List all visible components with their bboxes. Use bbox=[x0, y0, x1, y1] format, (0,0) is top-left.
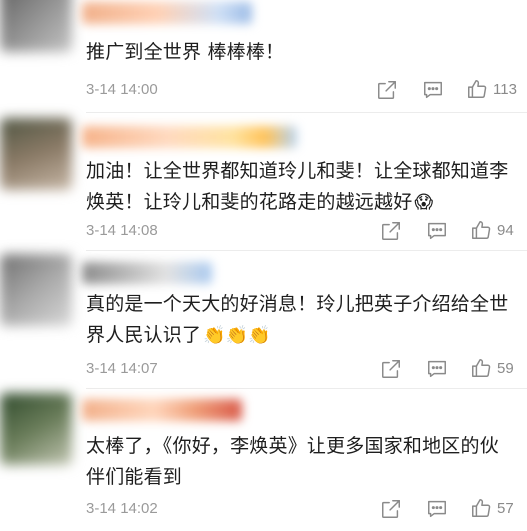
comment-text: 加油！让全世界都知道玲儿和斐！让全球都知道李焕英！让玲儿和斐的花路走的越远越好 😱 bbox=[86, 160, 509, 213]
comment-icon[interactable] bbox=[426, 358, 448, 380]
avatar[interactable] bbox=[0, 254, 72, 326]
thumbs-up-icon[interactable] bbox=[470, 357, 492, 379]
username[interactable] bbox=[82, 399, 242, 421]
share-icon[interactable] bbox=[380, 358, 402, 380]
comment-time: 3-14 14:00 bbox=[86, 81, 158, 98]
comment-text: 太棒了，《你好，李焕英》让更多国家和地区的伙伴们能看到 bbox=[86, 435, 499, 488]
comment-time: 3-14 14:08 bbox=[86, 222, 158, 239]
divider bbox=[86, 112, 527, 113]
username[interactable] bbox=[82, 262, 212, 284]
comment-time: 3-14 14:02 bbox=[86, 500, 158, 517]
username[interactable] bbox=[82, 126, 297, 148]
divider bbox=[86, 388, 527, 389]
divider bbox=[86, 250, 527, 251]
comment-icon[interactable] bbox=[422, 79, 444, 101]
comment-icon[interactable] bbox=[426, 498, 448, 520]
like-count: 113 bbox=[493, 81, 517, 98]
avatar[interactable] bbox=[0, 393, 72, 465]
comment-text: 真的是一个天大的好消息！玲儿把英子介绍给全世界人民认识了 👏👏👏 bbox=[86, 293, 509, 346]
like-count: 94 bbox=[497, 222, 514, 239]
like-count: 59 bbox=[497, 360, 514, 377]
like-count: 57 bbox=[497, 500, 514, 517]
comment-time: 3-14 14:07 bbox=[86, 360, 158, 377]
thumbs-up-icon[interactable] bbox=[470, 219, 492, 241]
username[interactable] bbox=[82, 2, 252, 24]
thumbs-up-icon[interactable] bbox=[466, 78, 488, 100]
share-icon[interactable] bbox=[376, 79, 398, 101]
avatar[interactable] bbox=[0, 0, 72, 52]
share-icon[interactable] bbox=[380, 220, 402, 242]
comment-text: 推广到全世界 棒棒棒！ bbox=[86, 41, 285, 63]
avatar[interactable] bbox=[0, 118, 72, 190]
thumbs-up-icon[interactable] bbox=[470, 497, 492, 519]
scream-emoji: 😱 bbox=[414, 192, 434, 213]
clapping-emoji: 👏👏👏 bbox=[203, 325, 272, 346]
share-icon[interactable] bbox=[380, 498, 402, 520]
comment-icon[interactable] bbox=[426, 220, 448, 242]
